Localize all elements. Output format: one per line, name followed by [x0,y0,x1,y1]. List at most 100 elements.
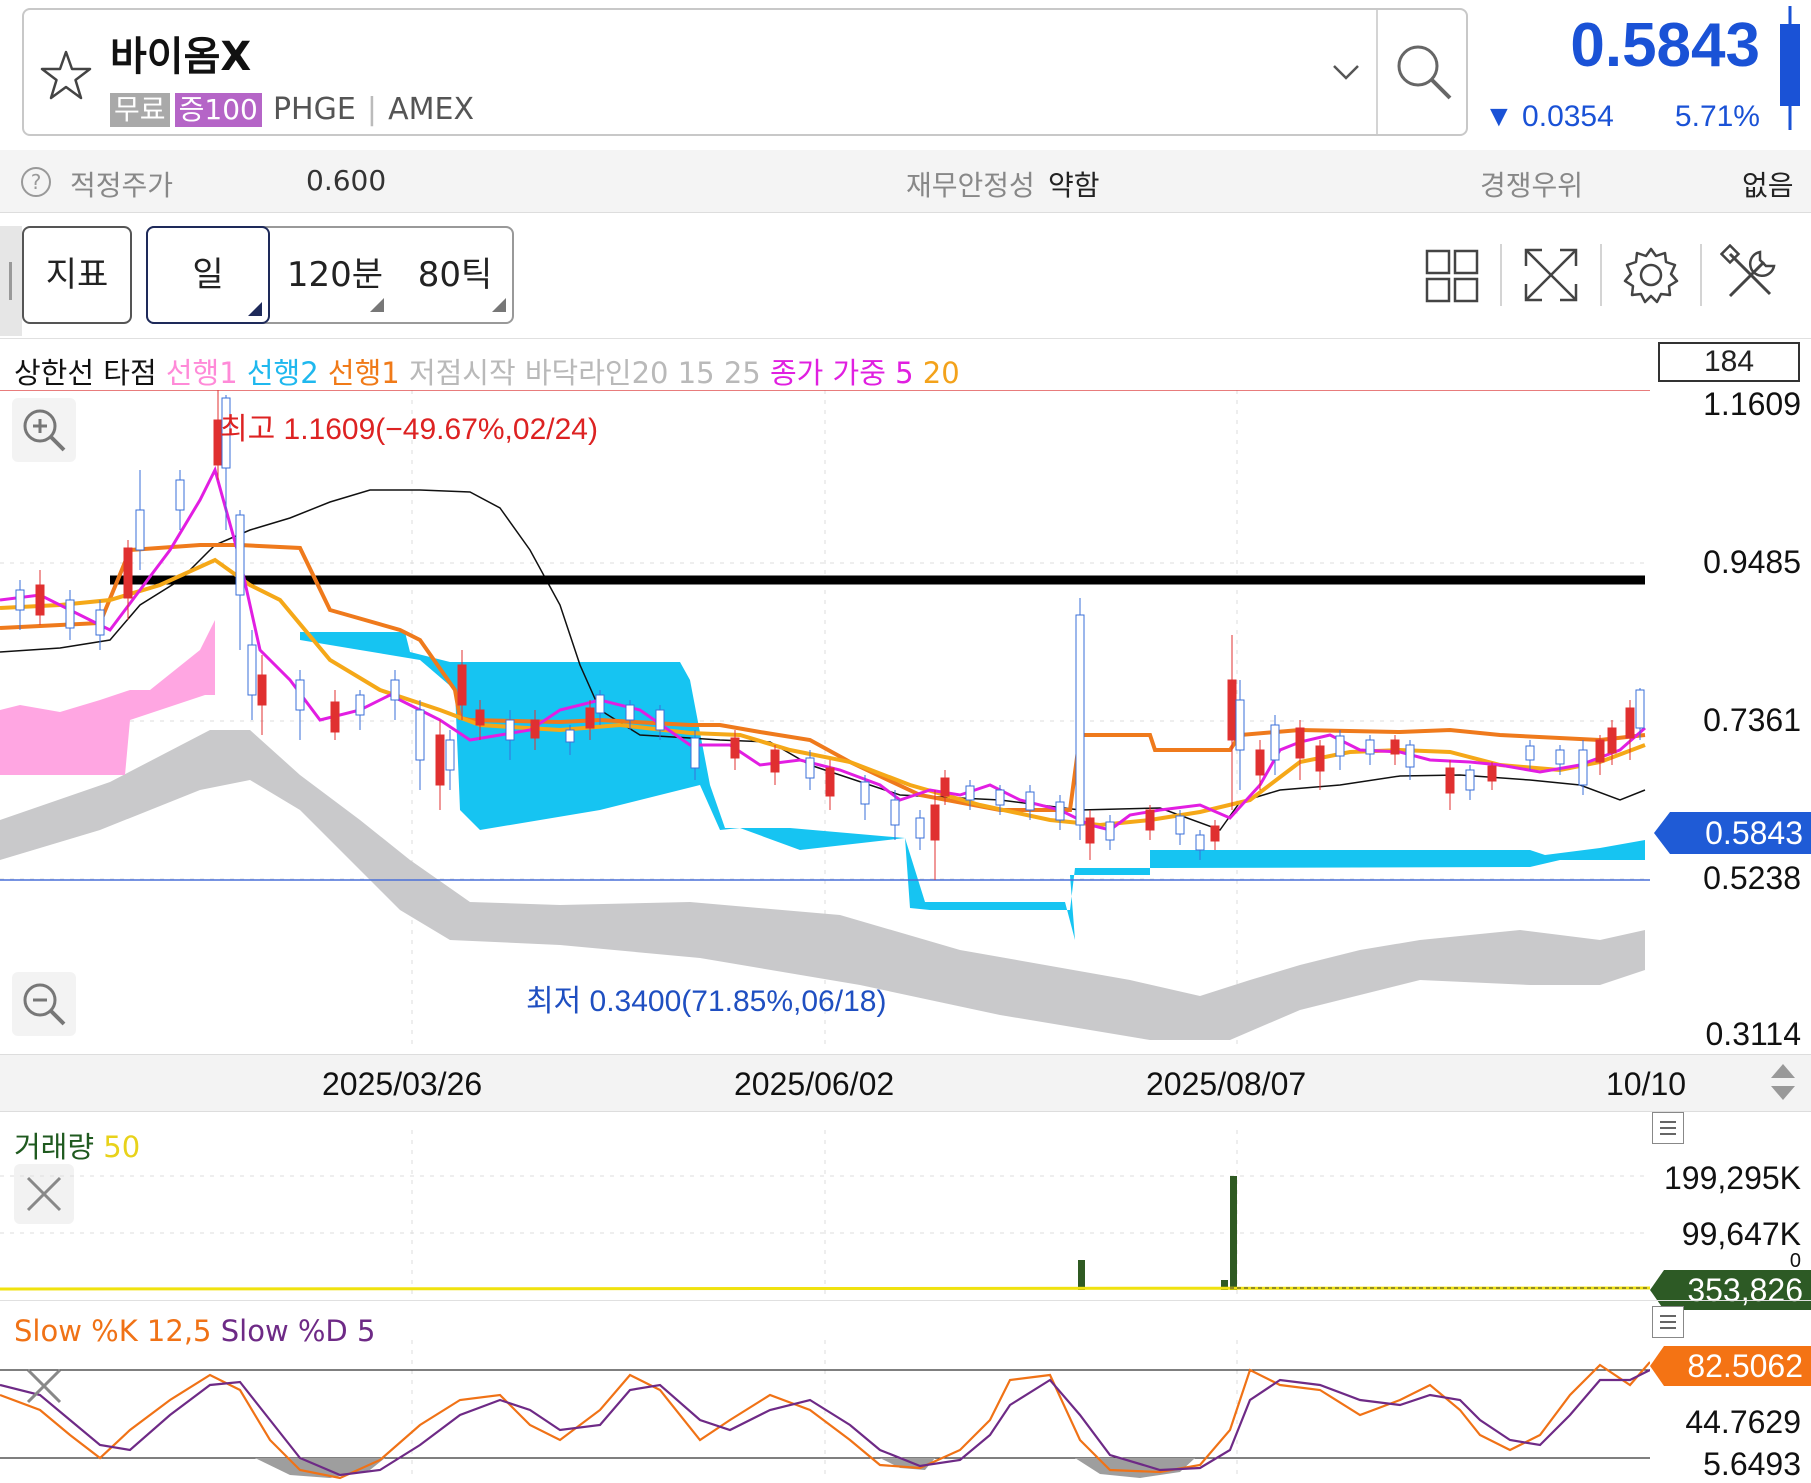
competitive-label: 경쟁우위 [1480,169,1584,202]
axis-scroll-arrows-icon[interactable] [1766,1058,1800,1106]
ma20-line [0,557,1646,828]
y-tick-label: 0.7361 [1703,702,1801,738]
candlesticks [15,390,1645,880]
side-drawer-handle[interactable] [0,226,22,336]
stock-tags: 무료 증100 PHGE | AMEX [110,92,474,127]
volume-badge: 353,826 [1650,1270,1811,1310]
candle [1085,810,1095,860]
legend-ma20: 20 [922,356,960,390]
legend-bottom-line: 저점시작 바닥라인20 15 25 [408,356,761,390]
stoch-close-icon[interactable] [14,1356,74,1416]
fair-price-value: 0.600 [306,164,387,197]
price-change: ▼ 0.0354 [1484,100,1614,134]
tag-free: 무료 [110,93,170,127]
period-day-button[interactable]: 일 [146,226,270,324]
favorite-star-icon[interactable] [38,48,94,104]
legend-leading2: 선행2 [246,356,319,390]
candle [1227,635,1237,810]
bar-count-box: 184 [1658,342,1800,382]
period-120min-button[interactable]: 120분 [274,226,396,324]
candle [1405,740,1415,780]
volume-menu-icon[interactable] [1652,1112,1684,1144]
candle [1055,795,1065,830]
candle [415,700,425,790]
help-icon[interactable]: ? [20,166,52,198]
stock-name: 바이옴X [110,34,252,80]
stochastic-chart [0,1340,1650,1480]
current-price-badge: 0.5843 [1654,812,1811,854]
legend-upper-line: 상한선 타점 [14,356,157,390]
dropdown-chevron-icon[interactable] [1328,58,1364,86]
candle [915,810,925,850]
candle [1635,688,1645,740]
candle [860,775,870,820]
current-price: 0.5843 [1570,11,1760,80]
candle [770,745,780,785]
stoch-badge: 82.5062 [1650,1346,1811,1386]
candle [330,690,340,740]
candle [390,670,400,720]
candle [1487,762,1497,790]
candle [15,580,25,630]
candle [445,730,455,790]
stoch-menu-icon[interactable] [1652,1306,1684,1338]
x-date-label: 2025/08/07 [1146,1066,1307,1102]
ticker: PHGE [272,92,356,127]
high-price-note: 최고 1.1609(−49.67%,02/24) [220,413,598,446]
x-date-label: 2025/03/26 [322,1066,483,1102]
candle [1105,815,1115,850]
stoch-y-tick: 44.7629 [1685,1404,1801,1440]
y-tick-label: 0.3114 [1705,1016,1802,1052]
svg-text:?: ? [31,170,42,194]
stability-value: 약함 [1048,169,1100,202]
price-chart[interactable] [0,390,1650,1050]
y-tick-label: 0.9485 [1703,544,1801,580]
tools-icon[interactable] [1719,243,1782,306]
volume-ma-line [0,1286,1650,1291]
volume-y-tick: 199,295K [1663,1160,1801,1196]
candle [65,590,75,640]
stability-label: 재무안정성 [906,169,1035,202]
down-triangle-icon: ▼ [1484,100,1514,133]
candle [235,510,245,650]
layout-grid-icon[interactable] [1424,248,1480,304]
legend-leading1-b: 선행1 [327,356,400,390]
candle [257,655,267,735]
zoom-out-icon[interactable] [12,972,76,1036]
price-candle-icon [1772,6,1808,130]
candle [825,760,835,810]
competitive-value: 없음 [1742,169,1794,202]
candle [1445,760,1455,810]
candle [1390,735,1400,765]
change-percent: 5.71% [1674,100,1760,133]
zoom-in-icon[interactable] [12,398,76,462]
volume-bar [1230,1176,1237,1290]
fair-price-label: 적정주가 [70,169,174,202]
candle [1465,765,1475,800]
candle [1210,820,1220,850]
period-80tick-button[interactable]: 80틱 [396,226,514,324]
candle [247,630,257,720]
candle [435,720,445,810]
candle [135,470,145,570]
candle [355,690,365,730]
exchange: AMEX [388,92,475,127]
x-date-label: 10/10 [1606,1066,1687,1102]
tag-margin: 증100 [174,93,262,127]
x-date-label: 2025/06/02 [734,1066,895,1102]
volume-y-tick: 99,647K [1681,1216,1801,1252]
candle [930,790,940,880]
stoch-y-tick: 5.6493 [1703,1446,1801,1482]
search-icon[interactable] [1392,40,1456,104]
indicator-button[interactable]: 지표 [22,226,132,324]
candle [1075,598,1085,840]
candle [1145,805,1155,840]
volume-bar [1078,1260,1085,1290]
main-legend: 상한선 타점 선행1 선행2 선행1 저점시작 바닥라인20 15 25 종가 … [14,350,960,392]
settings-gear-icon[interactable] [1620,244,1682,306]
candle [1315,740,1325,790]
fullscreen-icon[interactable] [1520,244,1582,306]
candle [1335,730,1345,770]
candle [35,570,45,625]
legend-leading1: 선행1 [165,356,238,390]
